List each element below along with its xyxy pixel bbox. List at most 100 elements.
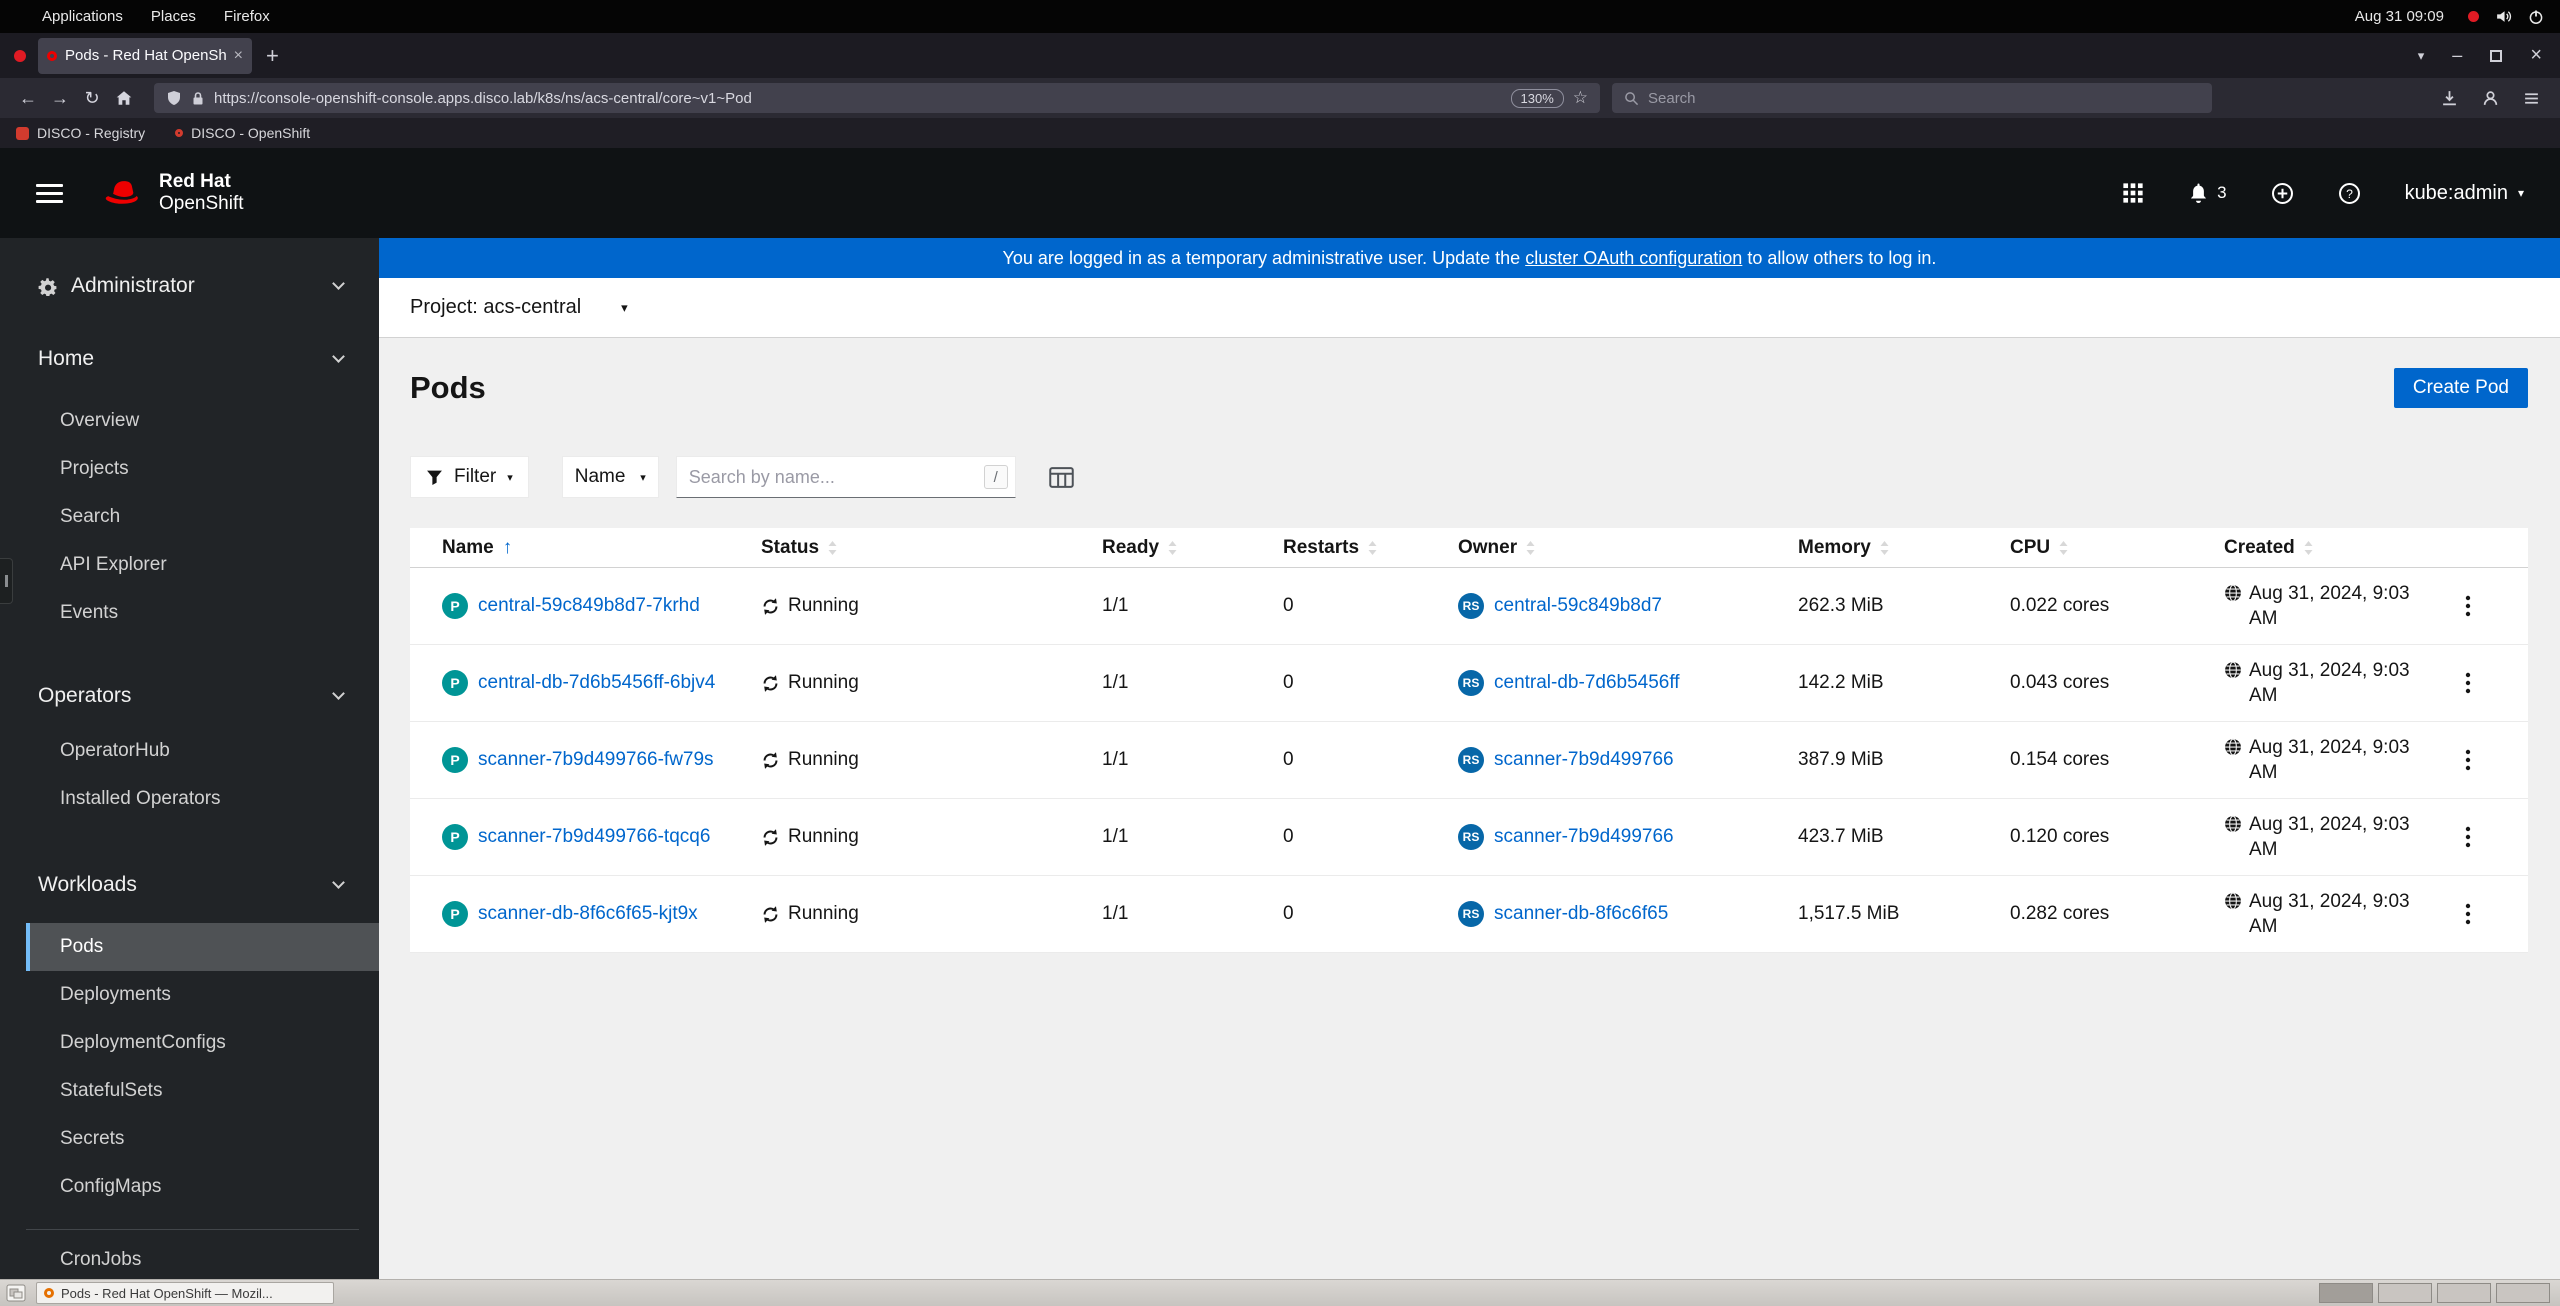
owner-link[interactable]: scanner-db-8f6c6f65 [1494, 903, 1668, 925]
firefox-search-bar[interactable] [1612, 83, 2212, 113]
browser-tab[interactable]: Pods - Red Hat OpenShift × [38, 37, 252, 74]
firefox-search-input[interactable] [1648, 89, 2200, 107]
window-maximize-button[interactable] [2490, 49, 2503, 62]
pod-name-link[interactable]: scanner-7b9d499766-tqcq6 [478, 826, 710, 848]
restarts-cell: 0 [1283, 749, 1294, 770]
running-sync-icon [763, 751, 778, 769]
places-menu[interactable]: Places [137, 8, 210, 25]
sidebar-item-statefulsets[interactable]: StatefulSets [0, 1067, 379, 1115]
column-header-owner[interactable]: Owner [1458, 537, 1798, 559]
pod-name-link[interactable]: scanner-db-8f6c6f65-kjt9x [478, 903, 698, 925]
column-header-status[interactable]: Status [761, 537, 1102, 559]
notifications-bell[interactable]: 3 [2188, 183, 2227, 204]
back-button[interactable]: ← [12, 88, 44, 109]
bookmark-label: DISCO - OpenShift [191, 125, 311, 141]
search-by-name-input[interactable] [675, 456, 1016, 498]
window-minimize-button[interactable]: – [2452, 45, 2462, 66]
sidebar-item-operatorhub[interactable]: OperatorHub [0, 727, 379, 775]
owner-link[interactable]: central-db-7d6b5456ff [1494, 672, 1680, 694]
new-tab-button[interactable]: + [266, 43, 279, 69]
pod-name-link[interactable]: central-db-7d6b5456ff-6bjv4 [478, 672, 715, 694]
menu-icon[interactable] [2523, 90, 2540, 107]
column-header-restarts[interactable]: Restarts [1283, 537, 1458, 559]
bookmark-disco-registry[interactable]: DISCO - Registry [16, 125, 145, 141]
downloads-icon[interactable] [2441, 90, 2458, 107]
column-header-name[interactable]: Name ↑ [442, 537, 761, 559]
show-windows-icon[interactable] [6, 1284, 26, 1302]
bookmark-star-icon[interactable]: ☆ [1573, 88, 1588, 108]
volume-icon[interactable] [2495, 8, 2512, 25]
sidebar-item-api-explorer[interactable]: API Explorer [0, 541, 379, 589]
chevron-down-icon: ▾ [621, 299, 628, 315]
sidebar-item-overview[interactable]: Overview [0, 397, 379, 445]
sidebar-item-configmaps[interactable]: ConfigMaps [0, 1163, 379, 1211]
row-kebab-menu[interactable] [2457, 590, 2479, 622]
account-icon[interactable] [2482, 90, 2499, 107]
sidebar-item-deploymentconfigs[interactable]: DeploymentConfigs [0, 1019, 379, 1067]
sidebar-section-operators[interactable]: Operators [0, 673, 379, 719]
perspective-switcher[interactable]: Administrator [0, 264, 379, 308]
url-input[interactable] [214, 89, 1502, 107]
sidebar-item-installed-operators[interactable]: Installed Operators [0, 775, 379, 823]
filter-attribute-select[interactable]: Name ▾ [561, 456, 659, 498]
clock[interactable]: Aug 31 09:09 [2355, 8, 2444, 25]
sidebar-item-events[interactable]: Events [0, 589, 379, 637]
tracking-protection-shield-icon[interactable] [166, 90, 182, 106]
column-header-cpu[interactable]: CPU [2010, 537, 2224, 559]
owner-link[interactable]: central-59c849b8d7 [1494, 595, 1662, 617]
owner-link[interactable]: scanner-7b9d499766 [1494, 826, 1674, 848]
sidebar-item-deployments[interactable]: Deployments [0, 971, 379, 1019]
row-kebab-menu[interactable] [2457, 744, 2479, 776]
cluster-oauth-configuration-link[interactable]: cluster OAuth configuration [1525, 248, 1742, 269]
app-launcher-grid-icon[interactable] [2122, 182, 2144, 204]
workspace-4[interactable] [2496, 1283, 2550, 1303]
owner-link[interactable]: scanner-7b9d499766 [1494, 749, 1674, 771]
column-header-ready[interactable]: Ready [1102, 537, 1283, 559]
window-close-button[interactable]: × [2530, 44, 2542, 67]
taskbar-window-button[interactable]: Pods - Red Hat OpenShift — Mozil... [36, 1282, 334, 1304]
pod-name-link[interactable]: central-59c849b8d7-7krhd [478, 595, 700, 617]
applications-menu[interactable]: Applications [28, 8, 137, 25]
home-button[interactable] [108, 89, 140, 107]
sidebar-item-secrets[interactable]: Secrets [0, 1115, 379, 1163]
nav-toggle-hamburger-icon[interactable] [36, 183, 63, 203]
firefox-window-icon [44, 1288, 54, 1298]
sidebar-item-projects[interactable]: Projects [0, 445, 379, 493]
workspace-3[interactable] [2437, 1283, 2491, 1303]
quick-create-plus-icon[interactable] [2271, 182, 2294, 205]
sidebar-item-cronjobs[interactable]: CronJobs [0, 1236, 379, 1279]
zoom-level-badge[interactable]: 130% [1510, 88, 1564, 108]
workspace-1[interactable] [2319, 1283, 2373, 1303]
side-panel-pull-tab[interactable] [0, 558, 13, 604]
sidebar-item-pods[interactable]: Pods [26, 923, 379, 971]
row-kebab-menu[interactable] [2457, 667, 2479, 699]
forward-button[interactable]: → [44, 88, 76, 109]
memory-cell: 142.2 MiB [1798, 672, 1884, 693]
row-kebab-menu[interactable] [2457, 821, 2479, 853]
column-header-memory[interactable]: Memory [1798, 537, 2010, 559]
workspace-2[interactable] [2378, 1283, 2432, 1303]
row-kebab-menu[interactable] [2457, 898, 2479, 930]
tab-close-icon[interactable]: × [234, 47, 243, 65]
sidebar-section-home[interactable]: Home [0, 336, 379, 382]
list-all-tabs-icon[interactable]: ▾ [2418, 48, 2425, 64]
pod-name-link[interactable]: scanner-7b9d499766-fw79s [478, 749, 714, 771]
filter-dropdown[interactable]: Filter ▾ [410, 456, 529, 498]
project-selector[interactable]: Project: acs-central ▾ [379, 278, 2560, 338]
power-icon[interactable] [2528, 9, 2544, 25]
sort-ascending-icon[interactable]: ↑ [503, 537, 513, 559]
user-menu[interactable]: kube:admin ▾ [2405, 182, 2524, 205]
sort-icon [1168, 540, 1177, 555]
firefox-app-menu[interactable]: Firefox [210, 8, 284, 25]
sidebar-section-workloads[interactable]: Workloads [0, 862, 379, 908]
reload-button[interactable]: ↻ [76, 88, 108, 109]
column-header-created[interactable]: Created [2224, 537, 2440, 559]
manage-columns-button[interactable] [1049, 466, 1074, 489]
create-pod-button[interactable]: Create Pod [2393, 368, 2528, 408]
help-question-icon[interactable]: ? [2338, 182, 2361, 205]
sidebar-item-search[interactable]: Search [0, 493, 379, 541]
url-bar[interactable]: 130% ☆ [154, 83, 1600, 113]
padlock-icon[interactable] [191, 91, 205, 106]
bookmark-disco-openshift[interactable]: DISCO - OpenShift [175, 125, 310, 141]
status-text: Running [788, 672, 859, 693]
